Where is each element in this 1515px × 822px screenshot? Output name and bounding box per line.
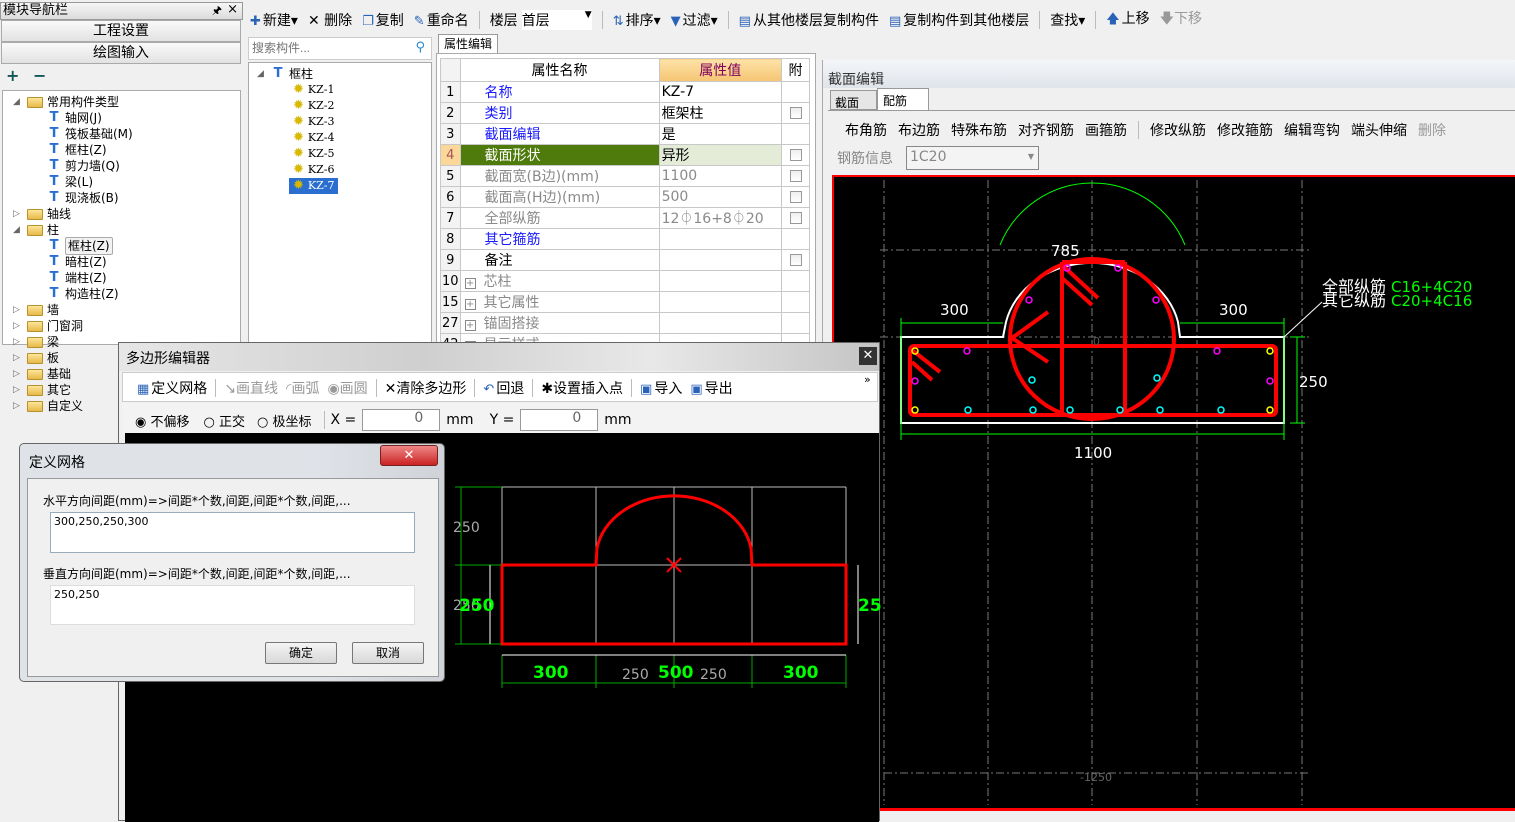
h-gray-1: 250 xyxy=(622,667,649,683)
vertical-spacing-input[interactable]: 250,250 xyxy=(50,585,415,625)
horizontal-spacing-input[interactable]: 300,250,250,300 xyxy=(50,512,415,553)
cancel-button[interactable]: 取消 xyxy=(352,642,424,664)
v-dim-1: 250 xyxy=(453,520,480,536)
close-button[interactable]: ✕ xyxy=(380,445,438,466)
ok-button[interactable]: 确定 xyxy=(265,642,337,664)
v-dim-right: 25 xyxy=(858,596,882,616)
h-gray-2: 250 xyxy=(700,667,727,683)
h-dim-3: 300 xyxy=(783,663,819,683)
v-dim-green: 250 xyxy=(459,596,495,616)
h-dim-2: 500 xyxy=(658,663,694,683)
horizontal-spacing-label: 水平方向间距(mm)=>间距*个数,间距,间距*个数,间距,... xyxy=(43,494,351,508)
polygon-drawing: 250 250 250 25 250 250 300 500 300 xyxy=(453,486,882,688)
vertical-spacing-label: 垂直方向间距(mm)=>间距*个数,间距,间距*个数,间距,... xyxy=(43,567,351,581)
define-grid-dialog: 定义网格 ✕ 水平方向间距(mm)=>间距*个数,间距,间距*个数,间距,...… xyxy=(19,443,445,682)
h-dim-1: 300 xyxy=(533,663,569,683)
define-grid-title: 定义网格 xyxy=(29,455,85,471)
